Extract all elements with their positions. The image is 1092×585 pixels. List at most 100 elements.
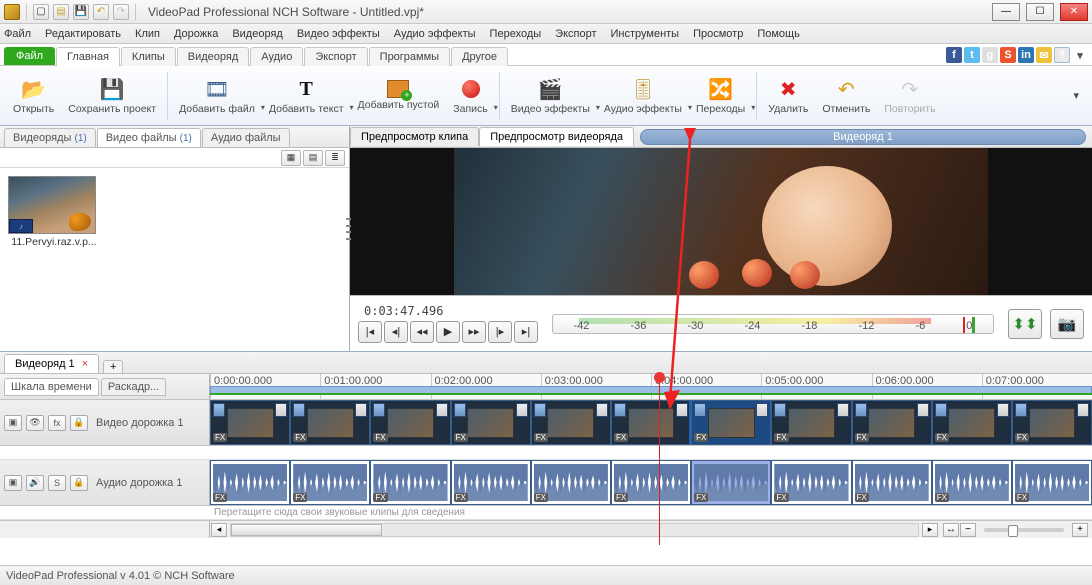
preview-viewport[interactable] — [350, 148, 1092, 295]
step-back-button[interactable]: ◂◂ — [410, 321, 434, 343]
timeline-clip[interactable]: FX — [852, 400, 932, 445]
google-plus-icon[interactable]: g — [982, 47, 998, 63]
view-large-icon[interactable]: ▦ — [281, 150, 301, 166]
ribbon-file-tab[interactable]: Файл — [4, 47, 55, 65]
timeline-audio-clip[interactable]: FX — [932, 460, 1012, 505]
timeline-clip[interactable]: FX — [771, 400, 851, 445]
qa-new-icon[interactable]: ▢ — [33, 4, 49, 20]
timeline-audio-clip[interactable]: FX — [210, 460, 290, 505]
menu-view[interactable]: Просмотр — [693, 28, 743, 40]
timeline-clip[interactable]: FX — [451, 400, 531, 445]
menu-trans[interactable]: Переходы — [490, 28, 542, 40]
preview-tab-sequence[interactable]: Предпросмотр видеоряда — [479, 127, 634, 146]
splitter-handle[interactable] — [346, 216, 351, 242]
ribbon-overflow-icon[interactable]: ▾ — [1066, 68, 1086, 124]
twitter-icon[interactable]: t — [964, 47, 980, 63]
timeline-audio-clip[interactable]: FX — [611, 460, 691, 505]
bins-tab-audio[interactable]: Аудио файлы — [202, 128, 290, 147]
ribbon-tab-sequence[interactable]: Видеоряд — [177, 47, 250, 66]
menu-help[interactable]: Помощь — [757, 28, 800, 40]
add-sequence-button[interactable]: + — [103, 360, 123, 373]
menu-edit[interactable]: Редактировать — [45, 28, 121, 40]
qa-undo-icon[interactable]: ↶ — [93, 4, 109, 20]
timeline-clip[interactable]: FX — [210, 400, 290, 445]
timeline-audio-clip[interactable]: FX — [290, 460, 370, 505]
minimize-button[interactable]: — — [992, 3, 1020, 21]
track-fx-icon[interactable]: fx — [48, 415, 66, 431]
mail-icon[interactable]: ✉ — [1036, 47, 1052, 63]
add-blank-button[interactable]: +Добавить пустой — [351, 68, 447, 124]
maximize-button[interactable]: ☐ — [1026, 3, 1054, 21]
timeline-clip[interactable]: FX — [290, 400, 370, 445]
help-dropdown-icon[interactable]: ▾ — [1072, 47, 1088, 63]
track-lock-icon[interactable]: 🔒 — [70, 415, 88, 431]
facebook-icon[interactable]: f — [946, 47, 962, 63]
record-button[interactable]: Запись▾ — [446, 68, 494, 124]
bins-tab-video[interactable]: Видео файлы (1) — [97, 128, 201, 147]
menu-sequence[interactable]: Видеоряд — [232, 28, 283, 40]
scroll-right-button[interactable]: ▸ — [922, 523, 938, 537]
add-file-button[interactable]: 🎞Добавить файл▾ — [172, 68, 262, 124]
undo-button[interactable]: ↶Отменить — [815, 68, 877, 124]
ribbon-tab-clips[interactable]: Клипы — [121, 47, 176, 66]
qa-open-icon[interactable]: ▤ — [53, 4, 69, 20]
next-frame-button[interactable]: |▸ — [488, 321, 512, 343]
redo-button[interactable]: ↷Повторить — [877, 68, 942, 124]
track-mute-icon[interactable]: 🔊 — [26, 475, 44, 491]
menu-track[interactable]: Дорожка — [174, 28, 218, 40]
help-icon[interactable]: ? — [1054, 47, 1070, 63]
preview-dual-button[interactable]: ⬍⬍ — [1008, 309, 1042, 339]
timeline-clip[interactable]: FX — [611, 400, 691, 445]
menu-file[interactable]: Файл — [4, 28, 31, 40]
timeline-audio-clip[interactable]: FX — [531, 460, 611, 505]
menu-clip[interactable]: Клип — [135, 28, 160, 40]
track-lock-icon[interactable]: 🔒 — [70, 475, 88, 491]
video-effects-button[interactable]: 🎬Видео эффекты▾ — [504, 68, 597, 124]
track-visible-icon[interactable]: ▣ — [4, 415, 22, 431]
audio-effects-button[interactable]: 🎚Аудио эффекты▾ — [597, 68, 689, 124]
track-eye-icon[interactable]: 👁 — [26, 415, 44, 431]
playhead[interactable] — [659, 374, 660, 545]
zoom-out-button[interactable]: − — [960, 523, 976, 537]
qa-redo-icon[interactable]: ↷ — [113, 4, 129, 20]
timeline-clip[interactable]: FX — [932, 400, 1012, 445]
menu-export[interactable]: Экспорт — [555, 28, 596, 40]
view-list-icon[interactable]: ≣ — [325, 150, 345, 166]
step-fwd-button[interactable]: ▸▸ — [462, 321, 486, 343]
transitions-button[interactable]: 🔀Переходы▾ — [689, 68, 752, 124]
timeline-clip-selected[interactable]: FX — [691, 400, 771, 445]
mode-storyboard[interactable]: Раскадр... — [101, 378, 166, 396]
timeline-audio-clip[interactable]: FX — [852, 460, 932, 505]
snapshot-button[interactable]: 📷 — [1050, 309, 1084, 339]
ribbon-tab-home[interactable]: Главная — [56, 47, 120, 66]
scroll-left-button[interactable]: ◂ — [211, 523, 227, 537]
zoom-slider[interactable] — [984, 528, 1064, 532]
timeline-audio-clip[interactable]: FX — [771, 460, 851, 505]
linkedin-icon[interactable]: in — [1018, 47, 1034, 63]
qa-save-icon[interactable]: 💾 — [73, 4, 89, 20]
go-end-button[interactable]: ▸| — [514, 321, 538, 343]
zoom-in-button[interactable]: + — [1072, 523, 1088, 537]
close-button[interactable]: ✕ — [1060, 3, 1088, 21]
bins-body[interactable]: ♪ 11.Pervyi.raz.v.p... — [0, 168, 349, 351]
ribbon-tab-export[interactable]: Экспорт — [304, 47, 367, 66]
scroll-thumb[interactable] — [231, 524, 382, 536]
scroll-trough[interactable] — [230, 523, 919, 537]
prev-frame-button[interactable]: ◂| — [384, 321, 408, 343]
menu-tools[interactable]: Инструменты — [611, 28, 680, 40]
video-lane[interactable]: FX FX FX FX FX FX FX FX FX FX FX — [210, 400, 1092, 445]
menu-afx[interactable]: Аудио эффекты — [394, 28, 476, 40]
stumbleupon-icon[interactable]: S — [1000, 47, 1016, 63]
preview-tab-clip[interactable]: Предпросмотр клипа — [350, 127, 479, 146]
open-button[interactable]: 📂Открыть — [6, 68, 61, 124]
track-solo-icon[interactable]: S — [48, 475, 66, 491]
timeline-ruler[interactable]: 0:00:00.0000:01:00.000 0:02:00.0000:03:0… — [210, 374, 1092, 399]
view-medium-icon[interactable]: ▤ — [303, 150, 323, 166]
ribbon-tab-programs[interactable]: Программы — [369, 47, 450, 66]
zoom-fit-button[interactable]: ↔ — [943, 523, 959, 537]
bins-tab-sequences[interactable]: Видеоряды (1) — [4, 128, 96, 147]
go-start-button[interactable]: |◂ — [358, 321, 382, 343]
ribbon-tab-other[interactable]: Другое — [451, 47, 508, 66]
timeline-clip[interactable]: FX — [531, 400, 611, 445]
delete-button[interactable]: ✖Удалить — [761, 68, 815, 124]
